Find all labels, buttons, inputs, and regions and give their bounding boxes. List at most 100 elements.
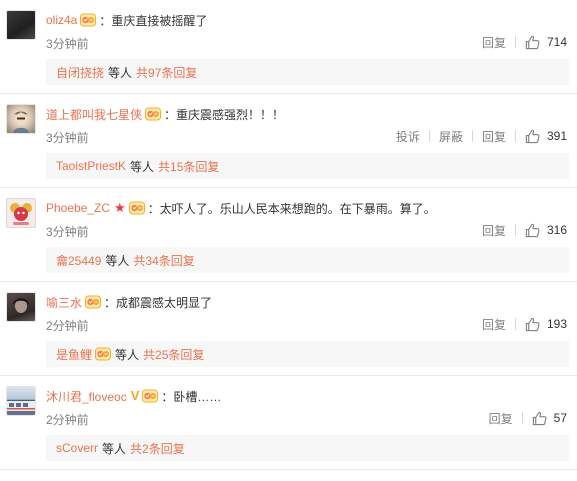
comment-header: Phoebe_ZC ★ ： 太吓人了。乐山人民本来想跑的。在下暴雨。算了。 [46, 199, 436, 217]
replies-summary[interactable]: 自闭挠挠 等人 共97条回复 [46, 59, 569, 85]
fan-badge-icon[interactable] [80, 13, 96, 27]
colon-separator: ： [147, 201, 160, 216]
reply-button[interactable]: 回复 [482, 34, 506, 51]
username-link[interactable]: oliz4a [46, 13, 77, 27]
reply-username-link[interactable]: 自闭挠挠 [56, 64, 104, 81]
comment-header: 道上都叫我七星侠 ： 重庆震感强烈！！！ [46, 105, 284, 123]
comment-item: 喻三水 ： 成都震感太明显了 2分钟前 回复 193 是鱼鲤 等人 共25条回复 [0, 282, 577, 376]
colon-separator: ： [99, 13, 112, 28]
star-badge-icon[interactable]: ★ [114, 201, 126, 215]
comment-text: 太吓人了。乐山人民本来想跑的。在下暴雨。算了。 [159, 201, 436, 216]
like-button[interactable]: 391 [525, 129, 567, 144]
fan-badge-icon[interactable] [85, 295, 101, 309]
comment-time: 3分钟前 [46, 37, 89, 51]
reply-total-link[interactable]: 共34条回复 [133, 252, 194, 269]
avatar-portrait [13, 298, 29, 313]
like-button[interactable]: 316 [525, 223, 567, 238]
like-count: 714 [546, 35, 567, 49]
comment-item: 道上都叫我七星侠 ： 重庆震感强烈！！！ 3分钟前 投诉 屏蔽 回复 391 T… [0, 94, 577, 188]
reply-total-link[interactable]: 共25条回复 [143, 346, 204, 363]
replies-summary[interactable]: TaoistPriestK 等人 共15条回复 [46, 153, 569, 179]
colon-separator: ： [164, 107, 177, 122]
comment-actions: 回复 714 [482, 33, 567, 51]
avatar[interactable] [6, 10, 36, 40]
comment-header: 喻三水 ： 成都震感太明显了 [46, 293, 212, 311]
reply-button[interactable]: 回复 [489, 410, 513, 427]
reply-etc-label: 等人 [130, 159, 155, 174]
comment-item: Phoebe_ZC ★ ： 太吓人了。乐山人民本来想跑的。在下暴雨。算了。 3分… [0, 188, 577, 282]
replies-summary[interactable]: 龠25449 等人 共34条回复 [46, 247, 569, 273]
fan-badge-icon[interactable] [129, 201, 145, 215]
avatar-train [7, 401, 35, 411]
action-divider [514, 224, 516, 236]
username-link[interactable]: 道上都叫我七星侠 [46, 106, 142, 123]
reply-button[interactable]: 回复 [482, 316, 506, 333]
report-button[interactable]: 投诉 [396, 128, 420, 145]
like-count: 193 [546, 317, 567, 331]
replies-summary[interactable]: sCoverr 等人 共2条回复 [46, 435, 569, 461]
comment-text: 重庆震感强烈！！！ [176, 107, 285, 122]
comment-time: 2分钟前 [46, 319, 89, 333]
action-divider [521, 412, 523, 424]
comment-time: 2分钟前 [46, 413, 89, 427]
action-divider [428, 130, 430, 142]
thumbs-up-icon [525, 317, 540, 332]
colon-separator: ： [104, 295, 117, 310]
reply-total-link[interactable]: 共15条回复 [158, 158, 219, 175]
fan-badge-icon[interactable] [145, 107, 161, 121]
comment-actions: 回复 57 [489, 409, 567, 427]
reply-username-link[interactable]: TaoistPriestK [56, 159, 126, 173]
colon-separator: ： [161, 389, 174, 404]
thumbs-up-icon [525, 223, 540, 238]
thumbs-up-icon [525, 129, 540, 144]
comment-actions: 回复 193 [482, 315, 567, 333]
reply-button[interactable]: 回复 [482, 128, 506, 145]
reply-etc-label: 等人 [105, 253, 130, 268]
reply-username-link[interactable]: sCoverr [56, 441, 98, 455]
comment-item: 沐川君_floveoc V ： 卧槽…… 2分钟前 回复 57 sCoverr … [0, 376, 577, 470]
block-button[interactable]: 屏蔽 [439, 128, 463, 145]
comment-actions: 回复 316 [482, 221, 567, 239]
action-divider [471, 130, 473, 142]
comment-header: 沐川君_floveoc V ： 卧槽…… [46, 387, 221, 405]
reply-button[interactable]: 回复 [482, 222, 506, 239]
like-count: 391 [546, 129, 567, 143]
like-button[interactable]: 57 [532, 411, 567, 426]
thumbs-up-icon [532, 411, 547, 426]
avatar-mouse [10, 203, 32, 225]
like-button[interactable]: 714 [525, 35, 567, 50]
comment-text: 成都震感太明显了 [116, 295, 213, 310]
like-button[interactable]: 193 [525, 317, 567, 332]
reply-total-link[interactable]: 共2条回复 [130, 440, 185, 457]
comment-text: 卧槽…… [173, 389, 222, 404]
avatar[interactable] [6, 104, 36, 134]
reply-etc-label: 等人 [115, 347, 140, 362]
reply-total-link[interactable]: 共97条回复 [136, 64, 197, 81]
username-link[interactable]: 喻三水 [46, 294, 82, 311]
verified-v-badge-icon[interactable]: V [131, 389, 140, 403]
reply-etc-label: 等人 [108, 65, 133, 80]
comment-item: oliz4a ： 重庆直接被摇醒了 3分钟前 回复 714 自闭挠挠 等人 共9… [0, 0, 577, 94]
avatar[interactable] [6, 292, 36, 322]
avatar[interactable] [6, 198, 36, 228]
comment-time: 3分钟前 [46, 131, 89, 145]
comment-header: oliz4a ： 重庆直接被摇醒了 [46, 11, 207, 29]
username-link[interactable]: Phoebe_ZC [46, 201, 110, 215]
reply-username-link[interactable]: 是鱼鲤 [56, 346, 92, 363]
username-link[interactable]: 沐川君_floveoc [46, 388, 127, 405]
comment-text: 重庆直接被摇醒了 [111, 13, 208, 28]
reply-username-link[interactable]: 龠25449 [56, 252, 101, 269]
thumbs-up-icon [525, 35, 540, 50]
action-divider [514, 318, 516, 330]
avatar-figure [13, 111, 29, 133]
like-count: 57 [553, 411, 567, 425]
comment-time: 3分钟前 [46, 225, 89, 239]
reply-etc-label: 等人 [102, 441, 127, 456]
replies-summary[interactable]: 是鱼鲤 等人 共25条回复 [46, 341, 569, 367]
comment-actions: 投诉 屏蔽 回复 391 [396, 127, 567, 145]
comment-list: oliz4a ： 重庆直接被摇醒了 3分钟前 回复 714 自闭挠挠 等人 共9… [0, 0, 577, 481]
fan-badge-icon[interactable] [142, 389, 158, 403]
avatar[interactable] [6, 386, 36, 416]
action-divider [514, 130, 516, 142]
fan-badge-icon[interactable] [95, 347, 111, 361]
